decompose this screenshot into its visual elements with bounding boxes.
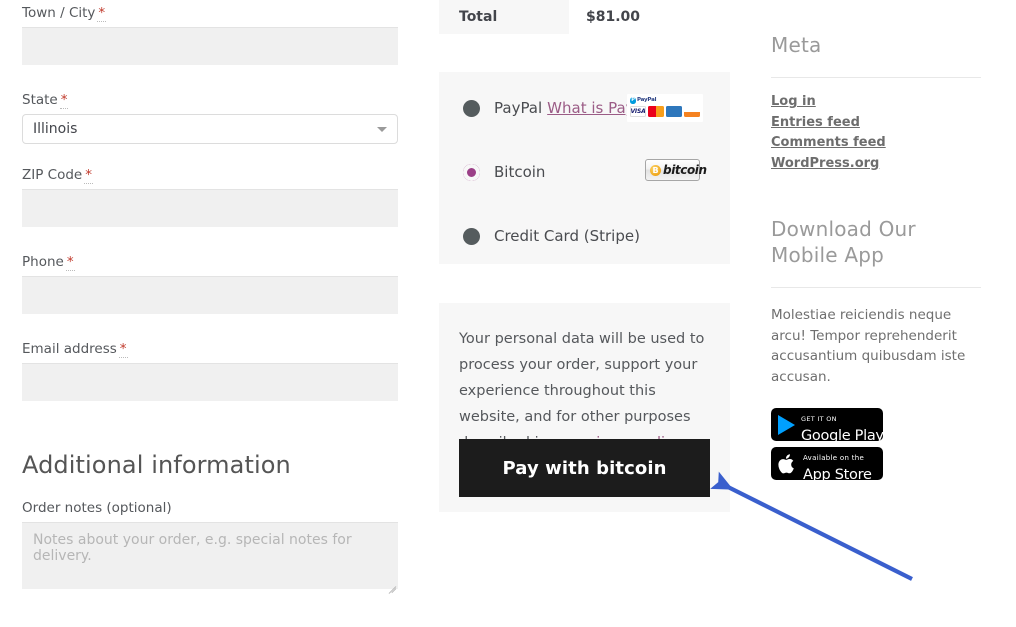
privacy-policy-text: Your personal data will be used to proce… [459,326,714,456]
state-select-value[interactable]: Illinois [22,114,398,144]
payment-method-bitcoin[interactable]: Bitcoin B bitcoin [439,156,730,188]
discover-card-icon [684,105,700,117]
order-totals-table: Total $81.00 [439,0,730,34]
required-asterisk: * [84,167,93,184]
visa-card-icon: VISA [630,105,646,117]
paypal-logo-icon: P PayPal [630,96,657,104]
privacy-and-submit-panel: Your personal data will be used to proce… [439,303,730,512]
sidebar-item-wordpress-org[interactable]: WordPress.org [771,154,879,175]
annotation-arrow [710,471,913,581]
phone-input[interactable] [22,276,398,314]
field-email-address: Email address * [22,340,398,401]
bitcoin-coin-icon: B [650,164,661,176]
zip-code-input[interactable] [22,189,398,227]
order-review-column: Total $81.00 PayPal What is PayPal? P Pay… [439,0,730,512]
paypal-acceptance-mark-icon: P PayPal VISA [627,94,703,122]
bitcoin-badge-text: bitcoin [663,163,707,177]
sidebar: Meta Log in Entries feed Comments feed W… [771,0,981,480]
payment-method-stripe[interactable]: Credit Card (Stripe) [439,220,730,252]
meta-links-list: Log in Entries feed Comments feed WordPr… [771,92,981,174]
order-notes-textarea[interactable] [22,522,398,589]
field-state: State * Illinois [22,91,398,144]
google-play-icon [778,414,795,435]
app-store-badge[interactable]: Available on the App Store [771,447,981,480]
privacy-text-before: Your personal data will be used to proce… [459,331,705,451]
order-total-value: $81.00 [586,9,641,25]
meta-widget-title: Meta [771,33,822,57]
sidebar-item-comments-feed[interactable]: Comments feed [771,133,886,154]
additional-information-heading: Additional information [22,451,291,479]
google-play-badge-main: Google Play [801,427,883,442]
google-play-badge-sub: GET IT ON [801,414,837,423]
payment-method-paypal[interactable]: PayPal What is PayPal? P PayPal VISA [439,92,730,124]
mobile-app-widget-title: Download Our Mobile App [771,217,916,267]
order-total-label: Total [439,0,569,34]
radio-stripe[interactable] [463,227,480,245]
payment-method-bitcoin-label: Bitcoin [494,163,546,181]
field-order-notes: Order notes (optional) [22,499,398,594]
mastercard-card-icon [648,105,664,117]
billing-fields-column: Town / City * State * Illinois ZIP Code * P… [22,0,398,594]
required-asterisk: * [59,92,69,109]
google-play-badge[interactable]: GET IT ON Google Play [771,408,981,441]
required-asterisk: * [118,341,128,358]
apple-icon [778,453,797,475]
sidebar-item-log-in[interactable]: Log in [771,92,816,113]
payment-method-paypal-label: PayPal [494,99,543,117]
table-row: Total $81.00 [439,0,730,34]
required-asterisk: * [97,5,107,22]
bitcoin-badge-icon: B bitcoin [645,159,707,181]
zip-code-label: ZIP Code * [22,167,93,184]
phone-label: Phone * [22,254,75,271]
arrow-line [710,471,913,581]
payment-methods-panel: PayPal What is PayPal? P PayPal VISA Bitc… [439,72,730,264]
field-phone: Phone * [22,253,398,314]
sidebar-item-entries-feed[interactable]: Entries feed [771,113,860,134]
payment-method-stripe-label: Credit Card (Stripe) [494,227,640,245]
order-notes-label: Order notes (optional) [22,500,172,516]
required-asterisk: * [65,254,75,271]
email-address-input[interactable] [22,363,398,401]
amex-card-icon [666,105,682,117]
chevron-down-icon [377,127,387,132]
mobile-app-description: Molestiae reiciendis neque arcu! Tempor … [771,307,966,385]
town-city-label: Town / City * [22,5,107,22]
radio-paypal[interactable] [463,99,480,117]
field-town-city: Town / City * [22,4,398,65]
town-city-input[interactable] [22,27,398,65]
email-address-label: Email address * [22,341,128,358]
place-order-button[interactable]: Pay with bitcoin [459,439,710,497]
app-store-badge-sub: Available on the [803,453,865,462]
state-label: State * [22,92,69,109]
field-zip-code: ZIP Code * [22,166,398,227]
state-select[interactable]: Illinois [22,114,398,144]
radio-bitcoin[interactable] [463,163,480,181]
mobile-app-widget-divider [771,287,981,288]
app-store-badge-main: App Store [803,466,872,481]
meta-widget-divider [771,77,981,78]
